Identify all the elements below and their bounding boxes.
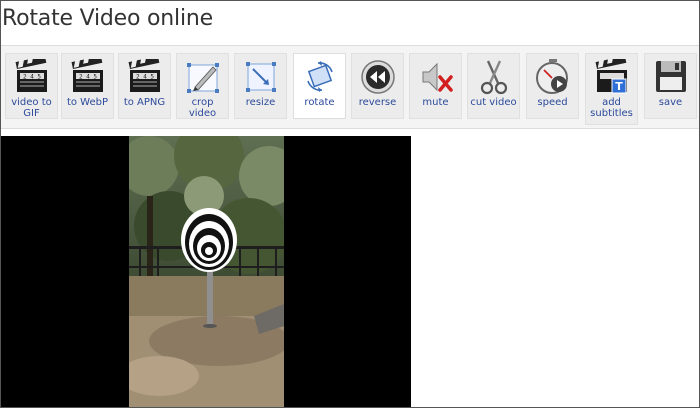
save-button[interactable]: save xyxy=(644,53,697,119)
tool-label: save xyxy=(658,97,683,108)
svg-text:2 4 5: 2 4 5 xyxy=(135,73,153,80)
tool-label: speed xyxy=(537,97,568,108)
clapperboard-icon: 2 4 5 xyxy=(128,59,160,92)
video-frame xyxy=(129,136,284,408)
tool-label: crop video xyxy=(188,97,217,119)
tool-label: to APNG xyxy=(123,97,166,108)
resize-button[interactable]: resize xyxy=(234,53,287,119)
reverse-button[interactable]: reverse xyxy=(351,53,404,119)
crop-video-button[interactable]: crop video xyxy=(176,53,229,119)
mute-button[interactable]: mute xyxy=(409,53,462,119)
tool-label: rotate xyxy=(304,97,335,108)
target-sign xyxy=(181,208,237,272)
svg-text:T: T xyxy=(615,80,623,93)
subtitles-icon: T xyxy=(595,59,627,94)
rewind-icon xyxy=(360,60,395,94)
to-webp-button[interactable]: 2 4 5 to WebP xyxy=(61,53,114,119)
add-subtitles-button[interactable]: T add subtitles xyxy=(585,53,638,125)
clapperboard-icon: 2 4 5 xyxy=(15,59,47,92)
scissors-icon xyxy=(480,60,507,95)
page-title: Rotate Video online xyxy=(2,6,213,31)
speed-button[interactable]: speed xyxy=(526,53,579,119)
tool-label: mute xyxy=(422,97,449,108)
to-apng-button[interactable]: 2 4 5 to APNG xyxy=(118,53,171,119)
rotate-button[interactable]: rotate xyxy=(293,53,346,119)
rotate-icon xyxy=(306,61,333,92)
video-to-gif-button[interactable]: 2 4 5 video to GIF xyxy=(5,53,58,119)
tool-label: cut video xyxy=(470,97,517,108)
tool-label: to WebP xyxy=(66,97,109,108)
cut-video-button[interactable]: cut video xyxy=(467,53,520,119)
svg-text:2 4 5: 2 4 5 xyxy=(22,73,40,80)
stopwatch-icon xyxy=(535,59,568,94)
crop-icon xyxy=(186,63,219,93)
resize-icon xyxy=(245,62,276,92)
floppy-disk-icon xyxy=(655,61,686,92)
svg-text:2 4 5: 2 4 5 xyxy=(78,73,96,80)
tool-label: reverse xyxy=(358,97,397,108)
tool-toolbar: 2 4 5 video to GIF 2 4 5 to WebP 2 4 5 t… xyxy=(0,45,700,129)
clapperboard-icon: 2 4 5 xyxy=(71,59,103,92)
mute-icon xyxy=(422,62,453,92)
tool-label: resize xyxy=(245,97,276,108)
tool-label: video to GIF xyxy=(11,97,52,119)
tool-label: add subtitles xyxy=(590,97,633,119)
video-preview[interactable] xyxy=(0,136,411,408)
